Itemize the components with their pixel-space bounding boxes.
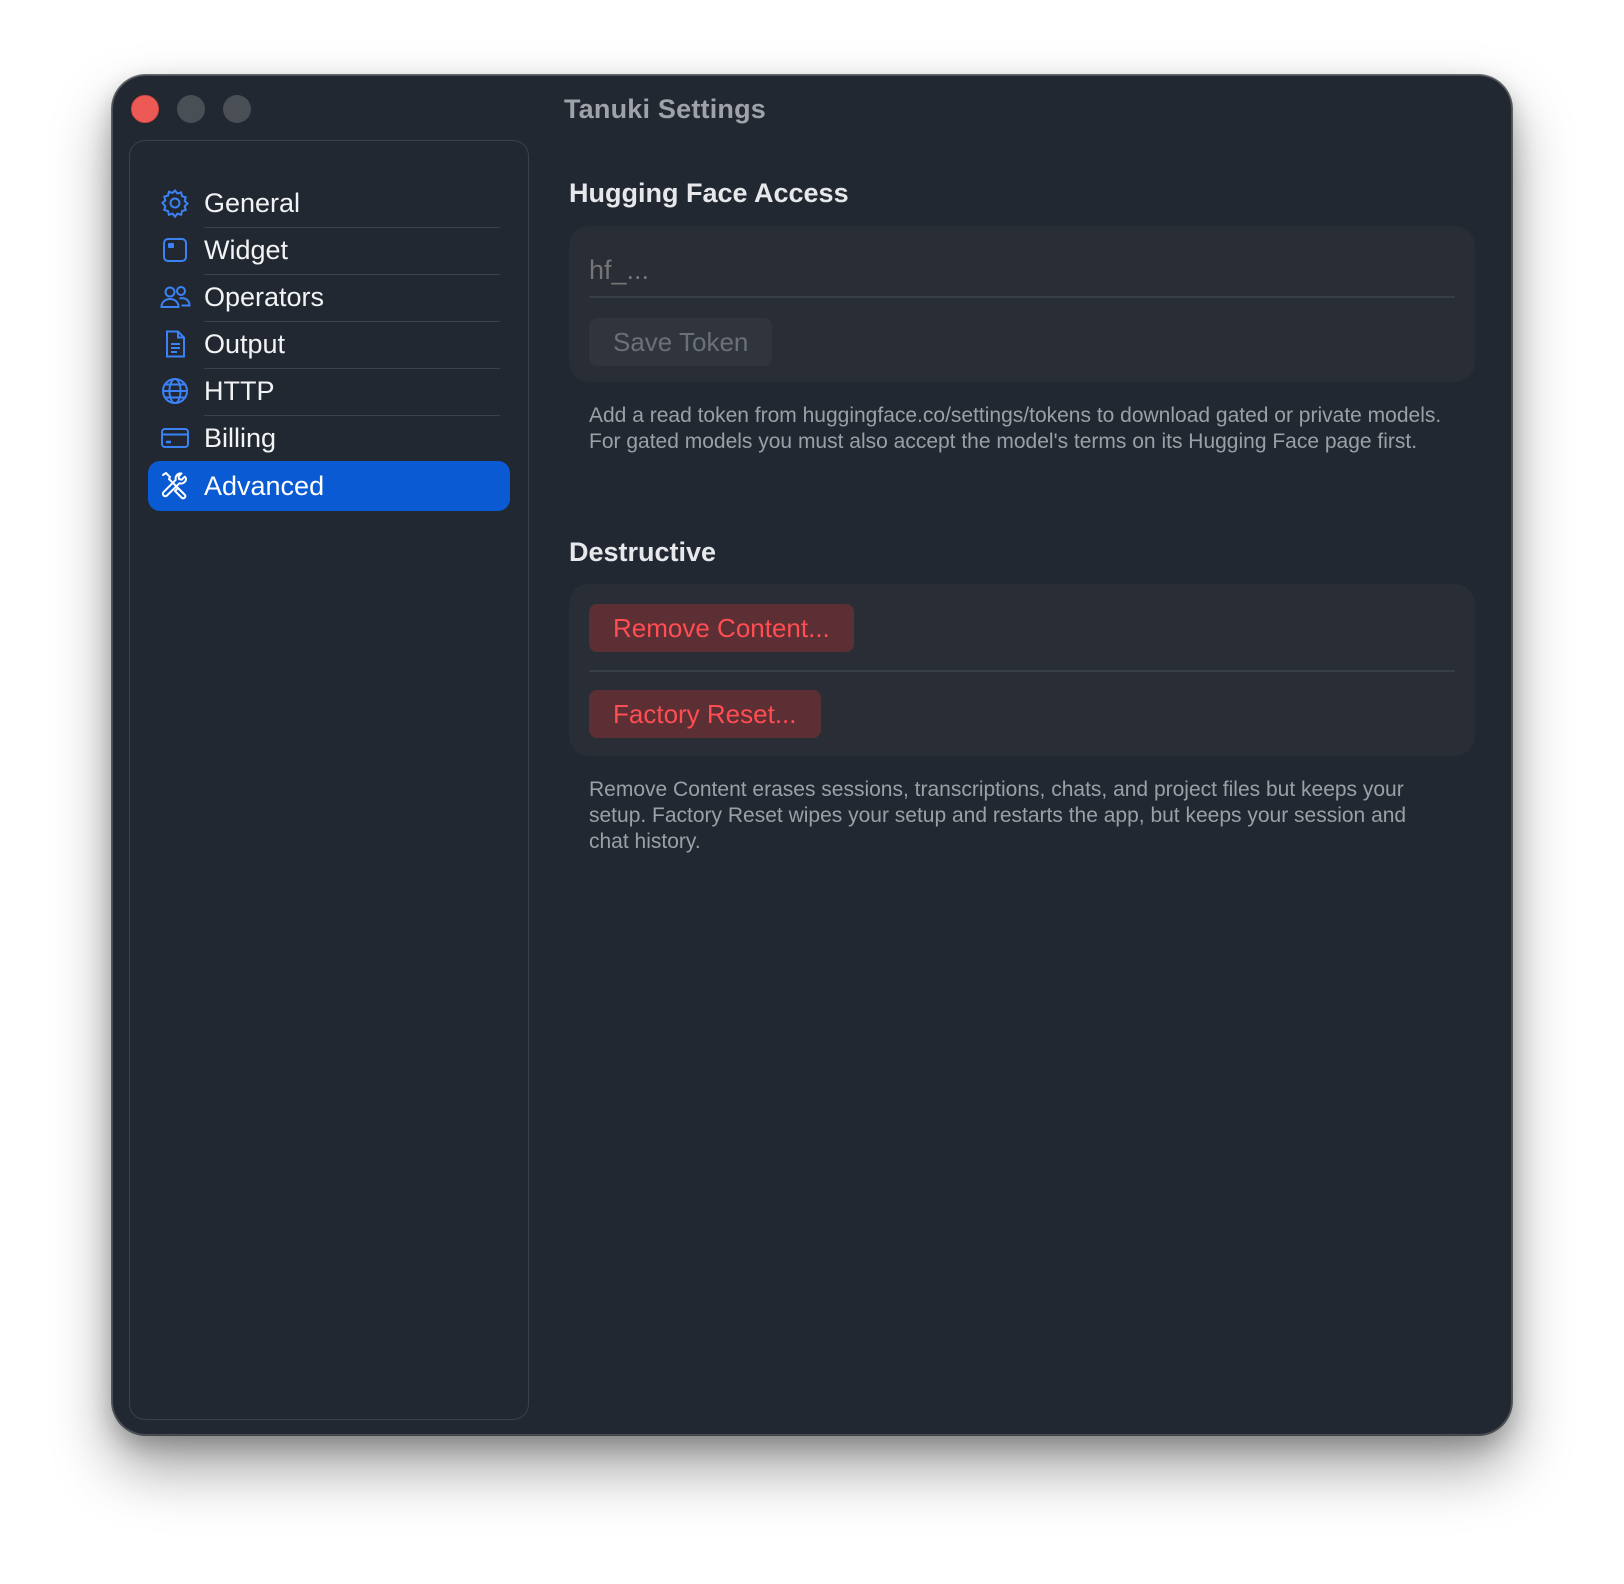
sidebar-item-advanced[interactable]: Advanced xyxy=(148,461,510,511)
sidebar-item-operators[interactable]: Operators xyxy=(148,273,510,322)
sidebar-item-label: HTTP xyxy=(204,375,275,406)
sidebar-item-label: General xyxy=(204,187,301,218)
sidebar-item-label: Advanced xyxy=(204,470,325,501)
destructive-card: Remove Content... Factory Reset... xyxy=(569,584,1475,756)
sidebar-item-label: Output xyxy=(204,328,286,359)
sidebar-item-output[interactable]: Output xyxy=(148,320,510,369)
widget-icon xyxy=(158,233,192,267)
save-token-button[interactable]: Save Token xyxy=(589,318,773,366)
hugging-face-help-text: Add a read token from huggingface.co/set… xyxy=(589,404,1442,453)
hugging-face-card: Save Token xyxy=(569,226,1475,382)
sidebar: General Widget Operators Output HTTP Bil… xyxy=(129,140,529,1420)
remove-content-button[interactable]: Remove Content... xyxy=(589,604,854,652)
divider xyxy=(589,296,1455,298)
sidebar-item-widget[interactable]: Widget xyxy=(148,226,510,275)
settings-window: Tanuki Settings General Widget Operators… xyxy=(112,75,1512,1435)
factory-reset-button[interactable]: Factory Reset... xyxy=(589,690,821,738)
document-icon xyxy=(158,327,192,361)
token-input[interactable] xyxy=(589,248,1449,292)
globe-icon xyxy=(158,374,192,408)
section-title-hugging-face: Hugging Face Access xyxy=(569,178,849,208)
destructive-help-text: Remove Content erases sessions, transcri… xyxy=(589,778,1407,853)
window-title: Tanuki Settings xyxy=(563,94,767,124)
wrench-screwdriver-icon xyxy=(158,469,192,503)
credit-card-icon xyxy=(158,421,192,455)
sidebar-item-general[interactable]: General xyxy=(148,179,510,228)
sidebar-item-billing[interactable]: Billing xyxy=(148,414,510,462)
sidebar-item-label: Billing xyxy=(204,422,277,453)
sidebar-item-label: Operators xyxy=(204,281,325,312)
gear-icon xyxy=(158,186,192,220)
section-title-destructive: Destructive xyxy=(569,537,717,567)
sidebar-item-http[interactable]: HTTP xyxy=(148,367,510,416)
divider xyxy=(589,670,1455,672)
people-icon xyxy=(158,280,192,314)
sidebar-item-label: Widget xyxy=(204,234,289,265)
